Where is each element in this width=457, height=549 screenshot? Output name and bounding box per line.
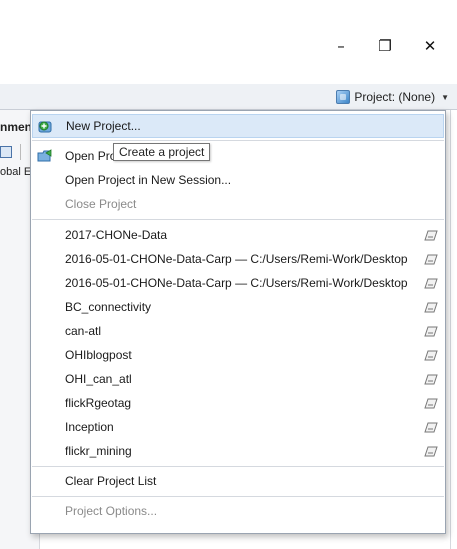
recent-project-label: OHIblogpost [65,348,132,362]
open-in-new-session-icon[interactable] [424,373,438,385]
menu-divider [32,496,444,497]
menu-divider [32,219,444,220]
menu-divider [32,140,444,141]
recent-project-label: flickRgeotag [65,396,132,410]
project-dropdown-menu: New Project... Open Pro Open Project in … [30,110,446,534]
open-in-new-session-icon[interactable] [424,397,438,409]
recent-project-label: flickr_mining [65,444,132,458]
recent-project-label: OHI_can_atl [65,372,132,386]
open-in-new-session-icon[interactable] [424,349,438,361]
maximize-button[interactable]: ❐ [362,30,408,62]
menu-item-label: New Project... [66,119,141,133]
recent-project-label: 2016-05-01-CHONe-Data-Carp — C:/Users/Re… [65,252,408,266]
menu-item-new-project[interactable]: New Project... [32,114,444,138]
maximize-icon: ❐ [378,36,392,55]
recent-project-label: 2017-CHONe-Data [65,228,168,242]
tooltip: Create a project [113,143,211,161]
recent-project-label: BC_connectivity [65,300,152,314]
menu-item-label: Open Project in New Session... [65,173,232,187]
save-icon[interactable] [0,146,12,158]
project-cube-icon [336,90,351,104]
menu-item-open-project[interactable]: Open Pro [32,144,444,168]
menu-item-label: Close Project [65,197,137,211]
open-in-new-session-icon[interactable] [424,325,438,337]
project-menu-button[interactable]: Project: (None) ▼ [336,88,449,106]
recent-project-item[interactable]: can-atl [32,319,444,343]
window-titlebar: – ❐ ✕ [0,0,457,88]
recent-project-item[interactable]: OHIblogpost [32,343,444,367]
project-menu-label: Project: (None) [354,90,436,104]
open-in-new-session-icon[interactable] [424,445,438,457]
toolbar-divider [20,144,21,160]
recent-project-item[interactable]: Inception [32,415,444,439]
recent-project-item[interactable]: 2016-05-01-CHONe-Data-Carp — C:/Users/Re… [32,271,444,295]
minimize-button[interactable]: – [318,30,364,62]
recent-project-item[interactable]: 2017-CHONe-Data [32,223,444,247]
recent-project-item[interactable]: flickr_mining [32,439,444,463]
close-icon: ✕ [423,36,437,55]
tooltip-text: Create a project [119,145,205,159]
menu-item-label: Open Pro [65,149,117,163]
menu-item-open-project-new-session[interactable]: Open Project in New Session... [32,168,444,192]
minimize-icon: – [337,36,345,55]
open-project-icon [37,149,52,162]
recent-project-item[interactable]: BC_connectivity [32,295,444,319]
open-in-new-session-icon[interactable] [424,301,438,313]
recent-project-label: can-atl [65,324,102,338]
recent-project-item[interactable]: OHI_can_atl [32,367,444,391]
menu-divider [32,466,444,467]
close-button[interactable]: ✕ [407,30,453,62]
main-toolbar: Project: (None) ▼ [0,84,457,110]
global-environment-label: obal E [0,166,32,178]
recent-project-item[interactable]: 2016-05-01-CHONe-Data-Carp — C:/Users/Re… [32,247,444,271]
menu-item-close-project: Close Project [32,192,444,216]
open-in-new-session-icon[interactable] [424,253,438,265]
recent-project-item[interactable]: flickRgeotag [32,391,444,415]
recent-project-label: 2016-05-01-CHONe-Data-Carp — C:/Users/Re… [65,276,408,290]
menu-item-project-options: Project Options... [32,499,444,523]
menu-item-clear-project-list[interactable]: Clear Project List [32,469,444,493]
chevron-down-icon: ▼ [441,92,449,102]
recent-project-label: Inception [65,420,114,434]
new-project-icon [38,121,52,133]
open-in-new-session-icon[interactable] [424,229,438,241]
environment-tab[interactable]: nmen [0,120,32,134]
menu-item-label: Clear Project List [65,474,157,488]
open-in-new-session-icon[interactable] [424,277,438,289]
open-in-new-session-icon[interactable] [424,421,438,433]
right-pane-edge [446,110,457,549]
pane-border [450,110,451,549]
menu-item-label: Project Options... [65,504,158,518]
